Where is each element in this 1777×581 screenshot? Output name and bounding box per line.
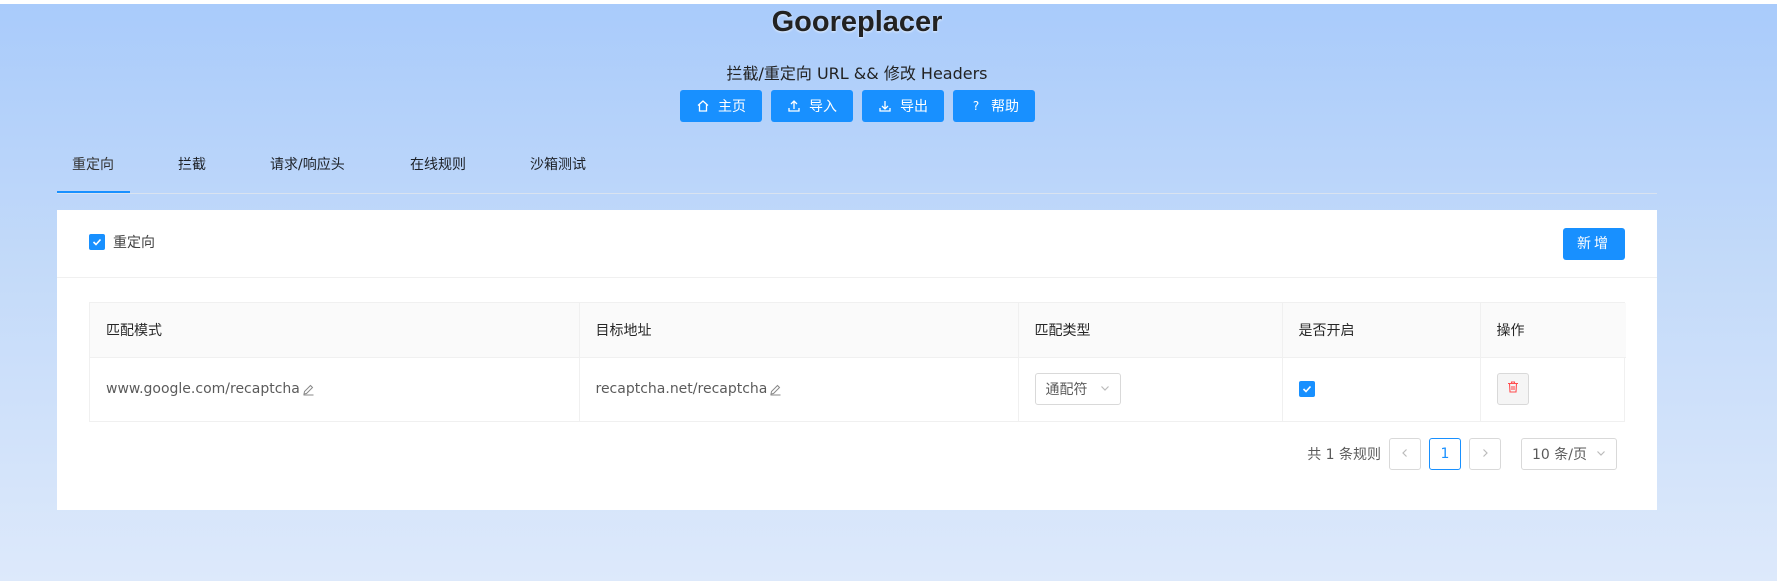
question-icon: ? <box>972 99 980 113</box>
rule-enabled-checkbox[interactable] <box>1298 380 1315 397</box>
app-title: Gooreplacer <box>771 6 943 38</box>
edit-icon[interactable] <box>769 383 782 396</box>
check-icon <box>92 238 102 246</box>
column-header-target: 目标地址 <box>579 303 1019 358</box>
tab-sandbox[interactable]: 沙箱测试 <box>530 150 586 194</box>
app-subtitle: 拦截/重定向 URL && 修改 Headers <box>726 64 988 83</box>
add-rule-button[interactable]: 新增 <box>1563 228 1625 260</box>
header-actions: 主页 导入 导出 ? 帮助 <box>680 90 1035 122</box>
next-page-button[interactable] <box>1469 438 1501 470</box>
tab-redirect[interactable]: 重定向 <box>72 150 114 194</box>
edit-icon[interactable] <box>302 383 315 396</box>
help-button-label: 帮助 <box>991 99 1019 115</box>
target-value: recaptcha.net/recaptcha <box>595 381 768 398</box>
redirect-enable-toggle[interactable]: 重定向 <box>89 232 155 252</box>
chevron-left-icon <box>1400 446 1410 462</box>
import-button[interactable]: 导入 <box>771 90 853 122</box>
target-cell: recaptcha.net/recaptcha <box>579 357 1019 421</box>
chevron-right-icon <box>1480 446 1490 462</box>
column-header-actions: 操作 <box>1480 303 1626 358</box>
column-header-pattern: 匹配模式 <box>90 303 580 358</box>
home-button[interactable]: 主页 <box>680 90 762 122</box>
match-type-select[interactable]: 通配符 <box>1034 373 1121 406</box>
export-button-label: 导出 <box>900 99 928 115</box>
pagination-total: 共 1 条规则 <box>1307 447 1381 463</box>
download-icon <box>878 99 892 113</box>
import-button-label: 导入 <box>809 99 837 115</box>
column-header-match-type: 匹配类型 <box>1018 303 1283 358</box>
pagination: 共 1 条规则 1 10 条/页 <box>1307 438 1617 470</box>
panel-header: 重定向 新增 <box>57 210 1657 278</box>
match-type-cell: 通配符 <box>1018 357 1283 421</box>
pattern-cell: www.google.com/recaptcha <box>90 357 580 421</box>
active-tab-indicator <box>57 191 130 193</box>
table-row: www.google.com/recaptcha recaptcha.net/r… <box>90 357 1626 421</box>
trash-icon <box>1506 380 1520 398</box>
enabled-cell <box>1282 357 1481 421</box>
home-icon <box>696 99 710 113</box>
rules-table: 匹配模式 目标地址 匹配类型 是否开启 操作 www.google.com/re… <box>89 302 1626 422</box>
upload-icon <box>787 99 801 113</box>
column-header-enabled: 是否开启 <box>1282 303 1481 358</box>
redirect-enable-label: 重定向 <box>113 235 155 251</box>
delete-rule-button[interactable] <box>1496 373 1529 406</box>
page-size-select[interactable]: 10 条/页 <box>1521 438 1617 470</box>
actions-cell <box>1480 357 1626 421</box>
export-button[interactable]: 导出 <box>862 90 944 122</box>
table-header-row: 匹配模式 目标地址 匹配类型 是否开启 操作 <box>90 303 1626 358</box>
prev-page-button[interactable] <box>1389 438 1421 470</box>
redirect-panel: 重定向 新增 匹配模式 目标地址 匹配类型 是否开启 操作 www.google… <box>57 210 1657 510</box>
pattern-value: www.google.com/recaptcha <box>106 381 300 398</box>
page-number-button[interactable]: 1 <box>1429 438 1461 470</box>
chevron-down-icon <box>1596 446 1606 462</box>
rule-tabs: 重定向 拦截 请求/响应头 在线规则 沙箱测试 <box>57 150 1657 194</box>
home-button-label: 主页 <box>718 99 746 115</box>
match-type-value: 通配符 <box>1045 382 1088 399</box>
tab-block[interactable]: 拦截 <box>178 150 206 194</box>
tab-headers[interactable]: 请求/响应头 <box>270 150 345 194</box>
check-icon <box>1302 385 1311 393</box>
chevron-down-icon <box>1100 381 1110 397</box>
redirect-enable-checkbox[interactable] <box>89 234 105 250</box>
tab-online-rules[interactable]: 在线规则 <box>410 150 466 194</box>
help-button[interactable]: ? 帮助 <box>953 90 1035 122</box>
page-size-value: 10 条/页 <box>1532 447 1587 463</box>
